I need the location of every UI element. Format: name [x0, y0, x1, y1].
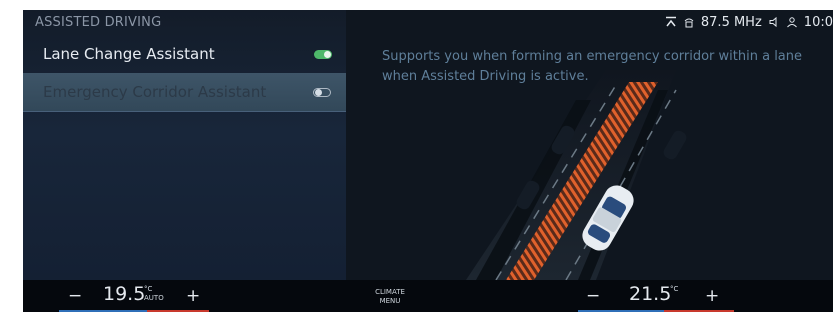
- status-bar: 87.5 MHz 10:0: [665, 13, 833, 31]
- section-title: ASSISTED DRIVING: [35, 15, 162, 30]
- left-auto-mode: AUTO: [144, 294, 164, 302]
- right-temp-decrease-button[interactable]: −: [586, 286, 600, 306]
- user-profile-icon: [786, 16, 798, 28]
- idrive-screen: ASSISTED DRIVING Lane Change Assistant E…: [23, 10, 833, 312]
- settings-menu-panel: ASSISTED DRIVING Lane Change Assistant E…: [23, 10, 346, 280]
- right-temp-unit: °C: [670, 285, 679, 293]
- right-temp-increase-button[interactable]: +: [705, 286, 719, 306]
- menu-item-lane-change-assistant[interactable]: Lane Change Assistant: [23, 37, 346, 73]
- lane-change-toggle[interactable]: [314, 50, 332, 59]
- climate-menu-label: CLIMATE: [375, 288, 405, 296]
- emergency-corridor-toggle[interactable]: [313, 88, 331, 97]
- navigation-arrow-icon: [665, 16, 677, 28]
- climate-menu-sublabel: MENU: [379, 297, 401, 305]
- feature-description: Supports you when forming an emergency c…: [382, 49, 803, 84]
- menu-item-label: Lane Change Assistant: [43, 45, 215, 63]
- right-temperature: 21.5: [629, 283, 672, 305]
- climate-menu-button[interactable]: CLIMATE MENU: [375, 288, 405, 306]
- toggle-knob: [324, 51, 331, 58]
- clock-time: 10:0: [803, 14, 833, 30]
- radio-icon: [683, 16, 695, 28]
- info-panel: 87.5 MHz 10:0 Supports you when forming …: [346, 10, 833, 280]
- left-temp-unit: °C: [144, 285, 153, 293]
- menu-item-label: Emergency Corridor Assistant: [43, 83, 267, 101]
- car-silhouette: [663, 130, 687, 160]
- menu-item-emergency-corridor-assistant[interactable]: Emergency Corridor Assistant: [23, 73, 346, 112]
- volume-icon: [768, 16, 780, 28]
- radio-frequency: 87.5 MHz: [700, 14, 762, 30]
- left-temp-increase-button[interactable]: +: [186, 286, 200, 306]
- toggle-knob: [315, 89, 322, 96]
- left-temp-decrease-button[interactable]: −: [68, 286, 82, 306]
- climate-bar: − 19.5 °C AUTO + CLIMATE MENU − 21.5 °C …: [23, 280, 833, 312]
- left-temperature: 19.5: [103, 283, 146, 305]
